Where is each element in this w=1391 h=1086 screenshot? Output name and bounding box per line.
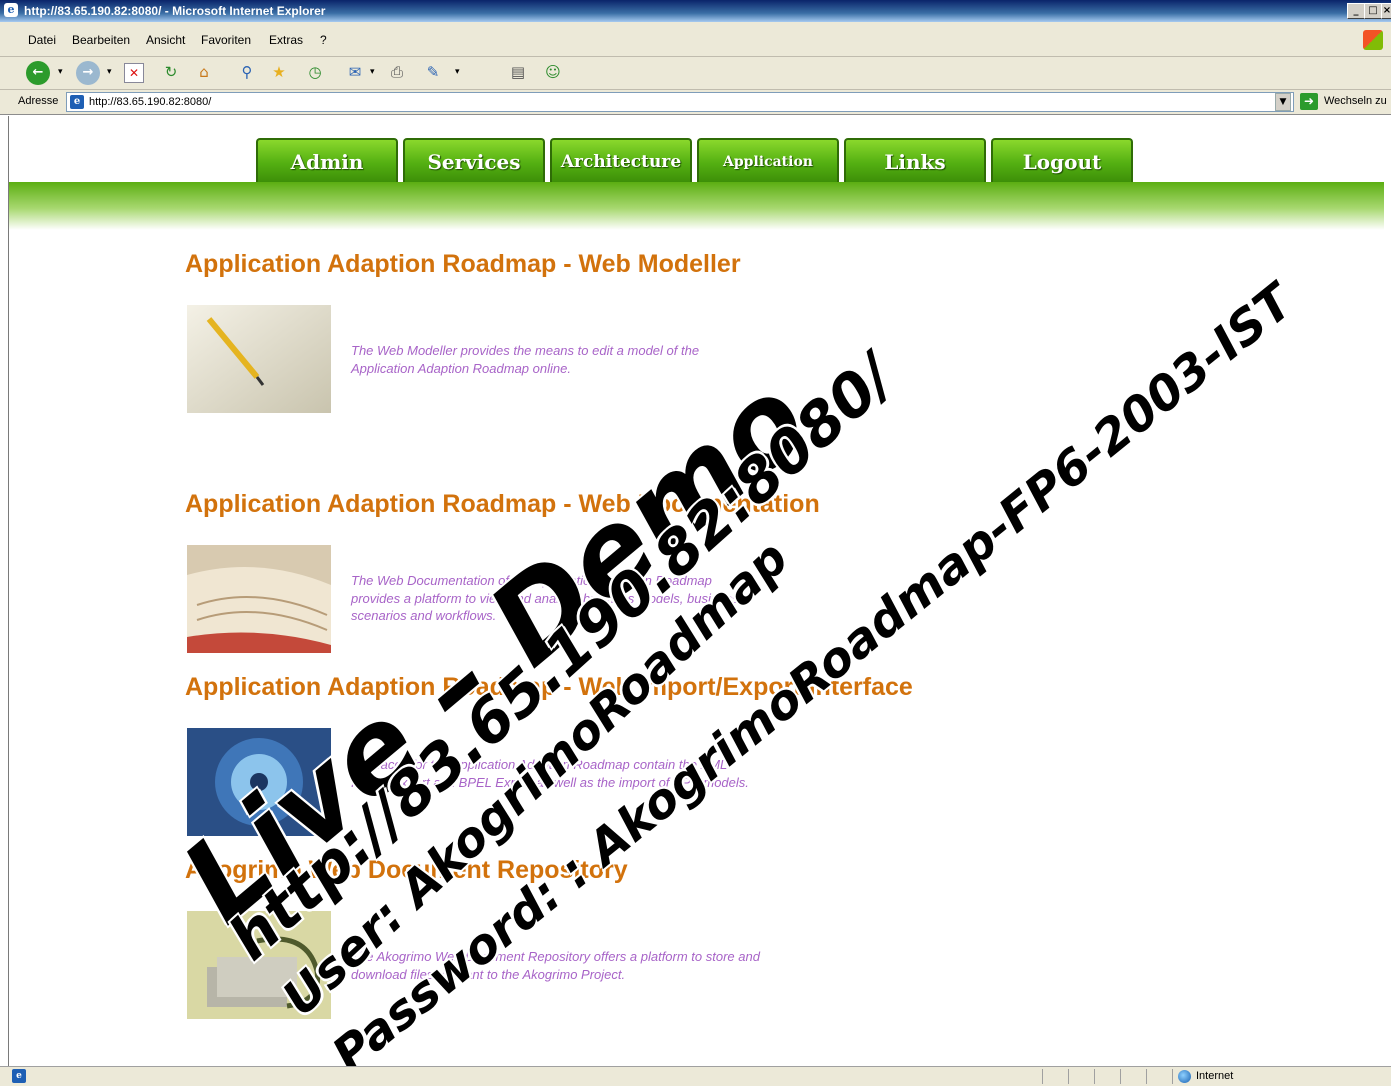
window-title: http://83.65.190.82:8080/ - Microsoft In… [24,4,326,18]
mail-icon[interactable]: ✉ [344,61,366,83]
forward-arrow-icon[interactable]: → [76,61,100,85]
back-dropdown-icon[interactable]: ▾ [58,67,63,77]
window-title-bar[interactable]: e http://83.65.190.82:8080/ - Microsoft … [0,0,1391,22]
discuss-icon[interactable]: ▤ [507,61,529,83]
favorites-icon[interactable]: ★ [268,61,290,83]
page-status-icon: e [12,1069,26,1083]
address-url: http://83.65.190.82:8080/ [89,96,212,108]
search-icon[interactable]: ⚲ [236,61,258,83]
go-arrow-icon[interactable]: ➜ [1300,93,1318,110]
status-divider [1042,1069,1043,1084]
home-icon[interactable]: ⌂ [193,61,215,83]
minimize-button[interactable]: _ [1347,3,1365,19]
history-icon[interactable]: ◷ [304,61,326,83]
messenger-icon[interactable]: ☺ [542,61,564,83]
maximize-button[interactable]: □ [1364,3,1382,19]
menu-ansicht[interactable]: Ansicht [146,33,185,47]
menu-help[interactable]: ? [320,33,327,47]
section-desc-web-modeller: The Web Modeller provides the means to e… [351,343,700,376]
back-arrow-icon[interactable]: ← [26,61,50,85]
menu-bar: Datei Bearbeiten Ansicht Favoriten Extra… [0,22,1391,57]
address-label: Adresse [18,95,59,107]
ie-logo-icon: e [4,3,18,17]
menu-favoriten[interactable]: Favoriten [201,33,251,47]
go-button-label[interactable]: Wechseln zu [1324,95,1387,107]
status-divider [1120,1069,1121,1084]
pencil-paper-image[interactable] [187,305,331,413]
status-divider [1094,1069,1095,1084]
stop-icon[interactable]: ✕ [124,63,144,83]
tab-architecture[interactable]: Architecture [550,138,692,182]
open-book-image[interactable] [187,545,331,653]
address-bar: Adresse e http://83.65.190.82:8080/ ▼ ➜ … [0,90,1391,115]
address-dropdown-button[interactable]: ▼ [1275,93,1291,111]
close-button[interactable]: × [1381,3,1391,19]
status-divider [1172,1069,1173,1084]
security-zone: Internet [1196,1070,1234,1082]
windows-logo-icon [1363,30,1383,50]
toolbar: ← ▾ → ▾ ✕ ↻ ⌂ ⚲ ★ ◷ ✉ ▾ ⎙ ✎ ▾ ▤ ☺ [0,57,1391,90]
status-divider [1068,1069,1069,1084]
print-icon[interactable]: ⎙ [386,61,408,83]
status-bar: e Internet [0,1066,1391,1086]
tab-admin[interactable]: Admin [256,138,398,182]
globe-icon [1178,1070,1191,1083]
edit-dropdown-icon[interactable]: ▾ [455,67,460,77]
forward-dropdown-icon[interactable]: ▾ [107,67,112,77]
menu-extras[interactable]: Extras [269,33,303,47]
status-divider [1146,1069,1147,1084]
mail-dropdown-icon[interactable]: ▾ [370,67,375,77]
page-icon: e [70,95,84,109]
refresh-icon[interactable]: ↻ [160,61,182,83]
header-gradient-band [9,182,1384,230]
section-title-web-modeller[interactable]: Application Adaption Roadmap - Web Model… [185,250,741,279]
tab-services[interactable]: Services [403,138,545,182]
tab-links[interactable]: Links [844,138,986,182]
menu-bearbeiten[interactable]: Bearbeiten [72,33,130,47]
address-input[interactable]: e http://83.65.190.82:8080/ [66,92,1294,112]
menu-datei[interactable]: Datei [28,33,56,47]
edit-icon[interactable]: ✎ [422,61,444,83]
tab-logout[interactable]: Logout [991,138,1133,182]
tab-application[interactable]: Application [697,138,839,182]
